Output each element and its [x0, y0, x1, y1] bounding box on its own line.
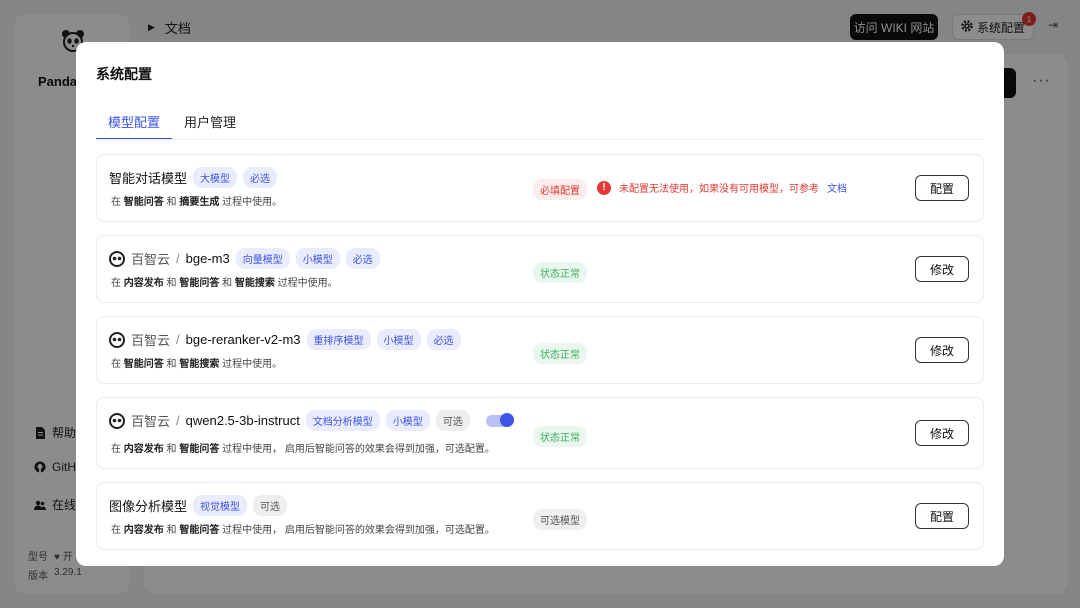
card-description: 在 智能问答 和 摘要生成 过程中使用。 [111, 197, 283, 208]
status-badge: 状态正常 [533, 262, 587, 283]
tag: 视觉模型 [193, 495, 248, 516]
configure-button[interactable]: 配置 [915, 503, 969, 529]
tag: 可选 [435, 410, 470, 431]
tag: 重排序模型 [306, 329, 371, 350]
provider-name: 百智云 [131, 252, 171, 267]
edit-button[interactable]: 修改 [915, 256, 969, 282]
card-description: 在 内容发布 和 智能问答 过程中使用， 启用后智能问答的效果会得到加强，可选配… [111, 525, 495, 536]
provider: 百智云 [109, 330, 170, 349]
tag: 可选 [253, 495, 288, 516]
docs-link[interactable]: 文档 [827, 180, 847, 195]
tag: 向量模型 [235, 248, 290, 269]
tab-divider [96, 139, 984, 140]
baizhi-cloud-icon [109, 412, 125, 429]
tag: 文档分析模型 [305, 410, 380, 431]
provider: 百智云 [109, 249, 170, 268]
status-badge: 可选模型 [533, 509, 587, 530]
warning-icon: ! [597, 180, 611, 195]
model-name: bge-reranker-v2-m3 [185, 332, 301, 347]
configure-button[interactable]: 配置 [915, 175, 969, 201]
tab-bar: 模型配置 用户管理 [96, 112, 248, 140]
tab-user-management[interactable]: 用户管理 [172, 112, 248, 140]
model-card-doc-analysis: 百智云 / qwen2.5-3b-instruct 文档分析模型 小模型 可选 … [96, 397, 984, 469]
edit-button[interactable]: 修改 [915, 337, 969, 363]
status-badge: 状态正常 [533, 343, 587, 364]
model-type-name: 智能对话模型 [109, 171, 188, 186]
provider-name: 百智云 [131, 414, 171, 429]
card-description: 在 内容发布 和 智能问答 过程中使用， 启用后智能问答的效果会得到加强，可选配… [111, 444, 495, 455]
edit-button[interactable]: 修改 [915, 420, 969, 446]
enable-toggle[interactable] [485, 412, 514, 427]
provider-name: 百智云 [131, 333, 171, 348]
card-header: 百智云 / qwen2.5-3b-instruct 文档分析模型 小模型 可选 [109, 410, 514, 431]
card-header: 智能对话模型 大模型 必选 [109, 167, 278, 188]
card-description: 在 内容发布 和 智能问答 和 智能搜索 过程中使用。 [111, 278, 338, 289]
model-card-embedding: 百智云 / bge-m3 向量模型 小模型 必选 在 内容发布 和 智能问答 和… [96, 235, 984, 303]
card-description: 在 智能问答 和 智能搜索 过程中使用。 [111, 359, 283, 370]
tag: 必选 [345, 248, 380, 269]
status-badge: 状态正常 [533, 426, 587, 447]
tag: 必选 [426, 329, 461, 350]
status-badge: 必填配置 [533, 179, 587, 200]
tab-model-config[interactable]: 模型配置 [96, 112, 172, 140]
tag: 必选 [243, 167, 278, 188]
separator: / [176, 251, 180, 266]
system-settings-modal: 系统配置 模型配置 用户管理 智能对话模型 大模型 必选 在 智能问答 和 摘要… [76, 42, 1004, 566]
warning-text: 未配置无法使用，如果没有可用模型，可参考 [619, 184, 819, 195]
tag: 大模型 [193, 167, 238, 188]
toggle-knob [499, 412, 514, 427]
warning-message: ! 未配置无法使用，如果没有可用模型，可参考 文档 [597, 180, 847, 195]
card-header: 百智云 / bge-reranker-v2-m3 重排序模型 小模型 必选 [109, 329, 461, 350]
model-name: bge-m3 [185, 251, 230, 266]
separator: / [176, 332, 180, 347]
provider: 百智云 [109, 411, 170, 430]
tag: 小模型 [295, 248, 340, 269]
model-card-reranker: 百智云 / bge-reranker-v2-m3 重排序模型 小模型 必选 在 … [96, 316, 984, 384]
modal-title: 系统配置 [96, 66, 152, 82]
card-header: 图像分析模型 视觉模型 可选 [109, 495, 288, 516]
card-header: 百智云 / bge-m3 向量模型 小模型 必选 [109, 248, 380, 269]
model-card-image-analysis: 图像分析模型 视觉模型 可选 在 内容发布 和 智能问答 过程中使用， 启用后智… [96, 482, 984, 550]
model-card-chat: 智能对话模型 大模型 必选 在 智能问答 和 摘要生成 过程中使用。 必填配置 … [96, 154, 984, 222]
model-type-name: 图像分析模型 [109, 499, 188, 514]
tag: 小模型 [385, 410, 430, 431]
tag: 小模型 [376, 329, 421, 350]
model-name: qwen2.5-3b-instruct [185, 413, 300, 428]
baizhi-cloud-icon [109, 331, 125, 348]
separator: / [176, 413, 180, 428]
baizhi-cloud-icon [109, 250, 125, 267]
